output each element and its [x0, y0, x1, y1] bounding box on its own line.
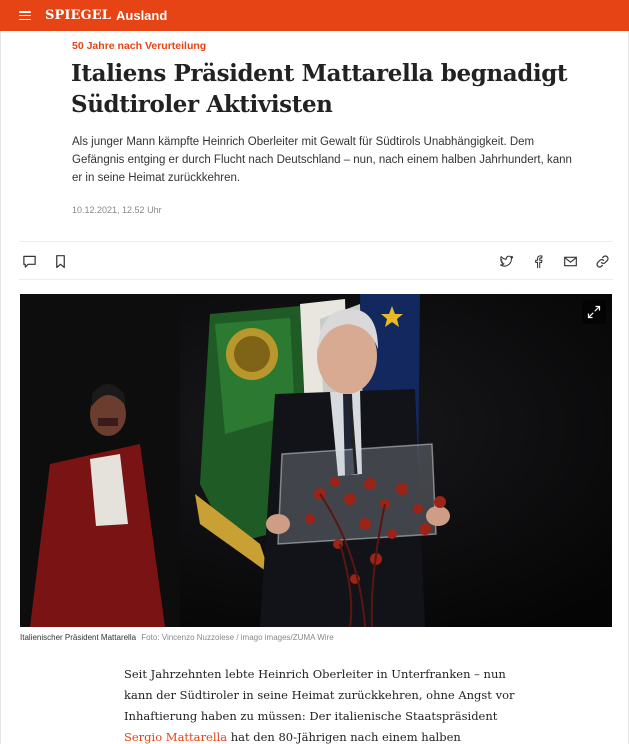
sergio-mattarella-link[interactable]: Sergio Mattarella — [124, 730, 227, 744]
article-body: Seit Jahrzehnten lebte Heinrich Oberleit… — [124, 664, 519, 744]
top-navigation-bar: SPIEGEL Ausland — [0, 0, 629, 31]
article-lead: Als junger Mann kämpfte Heinrich Oberlei… — [72, 136, 572, 184]
share-bar — [19, 241, 613, 280]
expand-icon — [587, 305, 601, 319]
photo-credit: Foto: Vincenzo Nuzzolese / imago images/… — [141, 633, 334, 642]
comment-icon[interactable] — [22, 254, 37, 269]
photo-illustration — [20, 294, 612, 627]
section-link[interactable]: Ausland — [116, 8, 167, 23]
photo-caption: Italienischer Präsident Mattarella Foto:… — [20, 633, 334, 642]
bookmark-icon[interactable] — [53, 254, 68, 269]
twitter-icon[interactable] — [499, 254, 514, 269]
article-headline: Italiens Präsident Mattarella begnadigt … — [71, 60, 568, 118]
brand-logo[interactable]: SPIEGEL — [45, 8, 111, 23]
email-icon[interactable] — [563, 254, 578, 269]
article-photo — [20, 294, 612, 627]
body-text-part1: Seit Jahrzehnten lebte Heinrich Oberleit… — [124, 667, 515, 723]
menu-icon[interactable] — [19, 11, 31, 20]
expand-photo-button[interactable] — [582, 300, 606, 324]
caption-text: Italienischer Präsident Mattarella — [20, 633, 137, 642]
link-icon[interactable] — [595, 254, 610, 269]
facebook-icon[interactable] — [531, 254, 546, 269]
article-kicker: 50 Jahre nach Verurteilung — [72, 40, 207, 52]
article-timestamp: 10.12.2021, 12.52 Uhr — [72, 205, 162, 215]
